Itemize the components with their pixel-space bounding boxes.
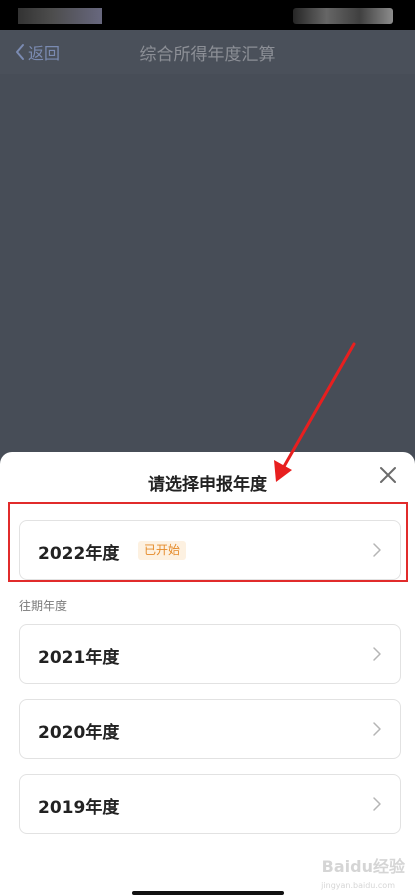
chevron-right-icon (373, 647, 381, 661)
status-bar-right-blurred (293, 8, 393, 24)
year-label: 2019年度 (38, 798, 120, 818)
watermark-url: jingyan.baidu.com (321, 881, 395, 890)
close-icon[interactable] (375, 462, 401, 488)
watermark: Baidu经验 (321, 857, 405, 876)
chevron-right-icon (373, 543, 381, 557)
past-years-label: 往期年度 (19, 599, 68, 613)
status-badge: 已开始 (138, 541, 187, 560)
chevron-right-icon (373, 722, 381, 736)
year-card-2019[interactable]: 2019年度 (19, 774, 401, 834)
year-label: 2021年度 (38, 648, 120, 668)
year-label: 2020年度 (38, 723, 120, 743)
modal-overlay[interactable] (0, 74, 415, 454)
status-bar-left-blurred (18, 8, 102, 24)
page-title: 综合所得年度汇算 (139, 45, 276, 65)
sheet-title: 请选择申报年度 (148, 475, 267, 495)
status-bar (0, 0, 415, 30)
year-card-2021[interactable]: 2021年度 (19, 624, 401, 684)
year-label: 2022年度 (38, 544, 120, 564)
home-indicator (132, 891, 284, 895)
nav-bar: 返回 综合所得年度汇算 (0, 30, 415, 74)
year-card-2022[interactable]: 2022年度 已开始 (19, 520, 401, 580)
year-card-2020[interactable]: 2020年度 (19, 699, 401, 759)
chevron-right-icon (373, 797, 381, 811)
year-select-sheet: 请选择申报年度 2022年度 已开始 往期年度 2021年度 2020年度 20… (0, 452, 415, 895)
